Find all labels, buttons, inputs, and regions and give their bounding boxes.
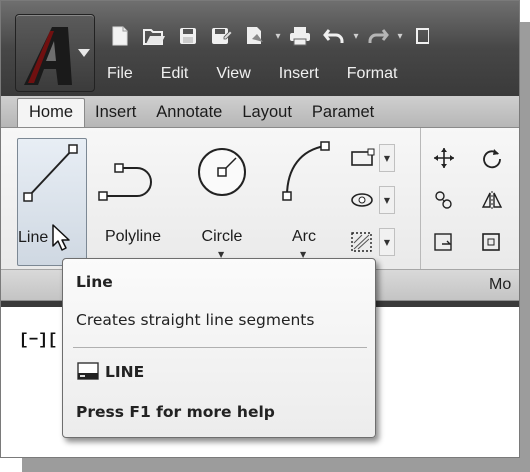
menu-edit[interactable]: Edit bbox=[151, 65, 199, 83]
arc-button[interactable]: Arc ▼ bbox=[271, 138, 337, 266]
tab-parametric[interactable]: Paramet bbox=[302, 103, 384, 127]
chevron-down-icon[interactable]: ▾ bbox=[395, 21, 405, 51]
ribbon-tabs: Home Insert Annotate Layout Paramet bbox=[1, 96, 519, 128]
menu-insert[interactable]: Insert bbox=[269, 65, 329, 83]
line-tooltip: Line Creates straight line segments LINE… bbox=[62, 258, 376, 438]
mouse-cursor-icon bbox=[52, 224, 70, 251]
application-menu-button[interactable] bbox=[15, 14, 95, 92]
title-bar: ▾ ▾ ▾ File Edit View Insert Format bbox=[1, 1, 519, 96]
workspace-icon[interactable] bbox=[405, 19, 439, 53]
open-folder-icon[interactable] bbox=[137, 19, 171, 53]
chevron-down-icon[interactable]: ▼ bbox=[379, 228, 395, 256]
modify-panel-title[interactable]: Mo bbox=[489, 276, 511, 294]
tooltip-divider bbox=[73, 347, 367, 348]
print-icon[interactable] bbox=[283, 19, 317, 53]
line-icon bbox=[23, 144, 78, 202]
tab-home[interactable]: Home bbox=[17, 98, 86, 127]
redo-icon[interactable] bbox=[361, 19, 395, 53]
undo-icon[interactable] bbox=[317, 19, 351, 53]
menu-format[interactable]: Format bbox=[337, 65, 408, 83]
new-file-icon[interactable] bbox=[103, 19, 137, 53]
tab-annotate[interactable]: Annotate bbox=[146, 103, 232, 127]
arc-label: Arc bbox=[292, 228, 316, 245]
quick-access-toolbar: ▾ ▾ ▾ bbox=[103, 19, 439, 53]
plot-preview-icon[interactable] bbox=[239, 19, 273, 53]
tooltip-command-name: LINE bbox=[105, 363, 145, 381]
tooltip-title: Line bbox=[76, 273, 113, 291]
polyline-button[interactable]: Polyline bbox=[91, 138, 175, 266]
rotate-icon[interactable] bbox=[477, 143, 507, 173]
save-icon[interactable] bbox=[171, 19, 205, 53]
menu-file[interactable]: File bbox=[97, 65, 143, 83]
autocad-logo-icon bbox=[24, 27, 90, 85]
circle-label: Circle bbox=[201, 228, 243, 245]
mirror-icon[interactable] bbox=[477, 185, 507, 215]
hatch-icon[interactable] bbox=[347, 227, 377, 257]
tab-layout[interactable]: Layout bbox=[232, 103, 302, 127]
save-as-icon[interactable] bbox=[205, 19, 239, 53]
polyline-icon bbox=[98, 163, 152, 201]
tooltip-help-hint: Press F1 for more help bbox=[76, 403, 275, 421]
rectangle-icon[interactable] bbox=[347, 143, 377, 173]
arc-icon bbox=[282, 141, 330, 201]
menu-bar: File Edit View Insert Format bbox=[97, 59, 415, 89]
scale-icon[interactable] bbox=[477, 227, 507, 257]
chevron-down-icon[interactable]: ▾ bbox=[351, 21, 361, 51]
tooltip-description: Creates straight line segments bbox=[76, 311, 315, 329]
copy-icon[interactable] bbox=[429, 185, 459, 215]
polyline-label: Polyline bbox=[104, 228, 162, 245]
viewport-controls[interactable]: [−][ bbox=[19, 331, 57, 349]
chevron-down-icon[interactable]: ▼ bbox=[379, 144, 395, 172]
menu-view[interactable]: View bbox=[206, 65, 260, 83]
chevron-down-icon[interactable]: ▾ bbox=[273, 21, 283, 51]
move-icon[interactable] bbox=[429, 143, 459, 173]
chevron-down-icon[interactable]: ▼ bbox=[379, 186, 395, 214]
command-line-icon bbox=[77, 362, 99, 380]
circle-button[interactable]: Circle ▼ bbox=[183, 138, 261, 266]
circle-icon bbox=[198, 148, 246, 196]
stretch-icon[interactable] bbox=[429, 227, 459, 257]
hatch-gradient-icon[interactable] bbox=[347, 185, 377, 215]
tab-insert[interactable]: Insert bbox=[85, 103, 146, 127]
application-window: ▾ ▾ ▾ File Edit View Insert Format Home … bbox=[0, 0, 520, 458]
